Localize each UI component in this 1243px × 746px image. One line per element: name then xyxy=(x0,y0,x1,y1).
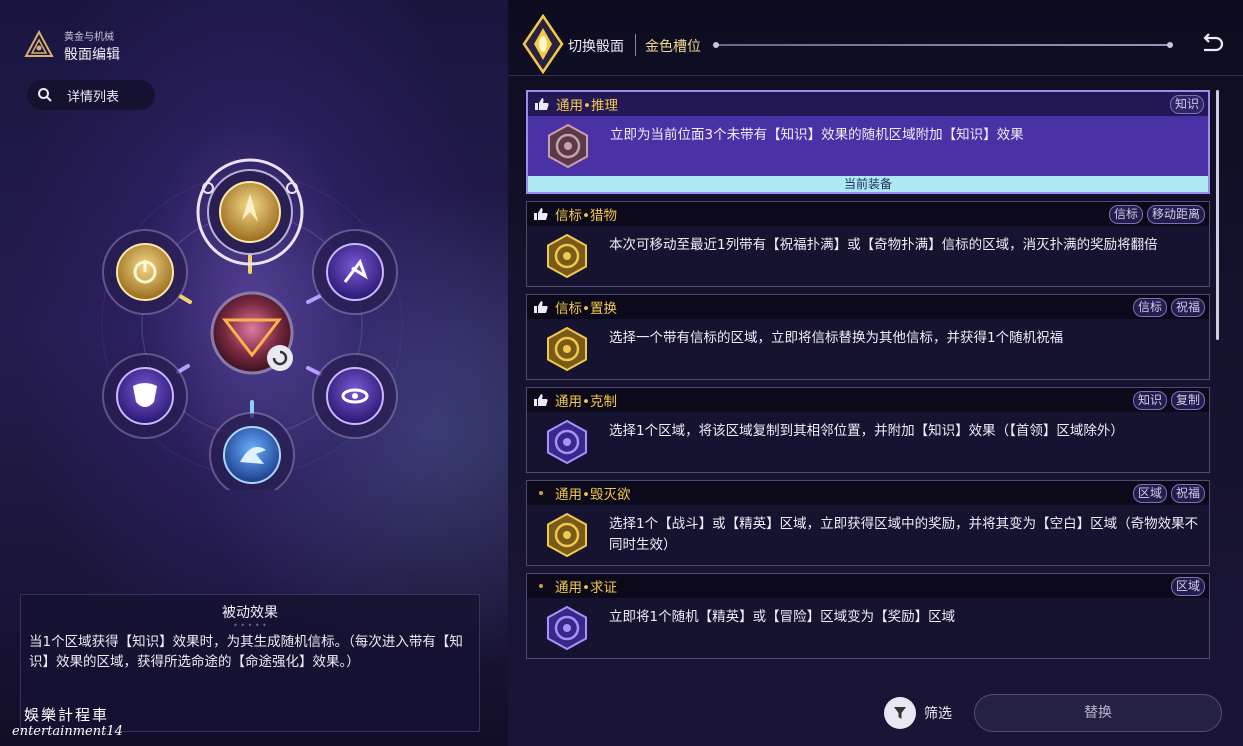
face-option-card[interactable]: 信标•置换 信标 祝福选择一个带有信标的区域，立即将信标替换为其他信标，并获得1个随… xyxy=(526,294,1210,380)
passive-text: 当1个区域获得【知识】效果时，为其生成随机信标。（每次进入带有【知识】效果的区域… xyxy=(29,634,463,670)
face-option-card[interactable]: 信标•猎物 信标 移动距离本次可移动至最近1列带有【祝福扑满】或【奇物扑满】信标的区… xyxy=(526,201,1210,287)
back-arrow-icon[interactable] xyxy=(1198,32,1224,58)
card-tag: 信标 xyxy=(1108,204,1143,224)
thumbs-up-icon xyxy=(535,98,549,110)
card-tag: 区域 xyxy=(1170,576,1205,596)
face-emblem-icon xyxy=(547,420,587,464)
face-option-card[interactable]: 通用•推理 知识立即为当前位面3个未带有【知识】效果的随机区域附加【知识】效果当前… xyxy=(526,90,1210,194)
card-description: 本次可移动至最近1列带有【祝福扑满】或【奇物扑满】信标的区域，消灭扑满的奖励将翻… xyxy=(609,237,1158,253)
card-title: 通用•推理 xyxy=(556,98,618,114)
bullet-dot-icon xyxy=(533,486,549,500)
card-header: 通用•毁灭欲 区域 祝福 xyxy=(527,481,1209,505)
card-tags: 信标 祝福 xyxy=(1132,297,1209,317)
card-description: 选择1个区域，将该区域复制到其相邻位置，并附加【知识】效果（【首领】区域除外） xyxy=(609,423,1124,439)
card-body: 选择1个【战斗】或【精英】区域，立即获得区域中的奖励，并将其变为【空白】区域（奇… xyxy=(527,505,1209,565)
card-body: 立即将1个随机【精英】或【冒险】区域变为【奖励】区域 xyxy=(527,598,1209,658)
filter-button[interactable]: 筛选 xyxy=(884,697,952,729)
slot-gem-icon xyxy=(522,14,564,74)
face-emblem-icon xyxy=(547,606,587,650)
card-tag: 复制 xyxy=(1170,390,1205,410)
card-tag: 知识 xyxy=(1169,94,1204,114)
card-tags: 知识 xyxy=(1169,94,1208,114)
watermark-subtitle: entertainment14 xyxy=(12,724,123,739)
slot-track xyxy=(713,42,1173,48)
card-body: 选择1个区域，将该区域复制到其相邻位置，并附加【知识】效果（【首领】区域除外） xyxy=(527,412,1209,472)
thumbs-up-icon xyxy=(534,301,548,313)
card-tags: 区域 xyxy=(1170,576,1209,596)
passive-divider: • • • • • xyxy=(233,621,267,630)
card-title: 通用•毁灭欲 xyxy=(555,487,631,503)
card-header: 通用•推理 知识 xyxy=(528,92,1208,116)
card-title: 通用•求证 xyxy=(555,580,617,596)
card-tags: 信标 移动距离 xyxy=(1108,204,1209,224)
card-tag: 移动距离 xyxy=(1146,204,1205,224)
card-tags: 区域 祝福 xyxy=(1132,483,1209,503)
card-tag: 知识 xyxy=(1132,390,1167,410)
card-title: 信标•猎物 xyxy=(555,208,617,224)
equipped-banner: 当前装备 xyxy=(528,176,1208,192)
page-title: 骰面编辑 xyxy=(64,47,120,63)
card-header: 通用•求证 区域 xyxy=(527,574,1209,598)
filter-icon xyxy=(884,697,916,729)
card-body: 立即为当前位面3个未带有【知识】效果的随机区域附加【知识】效果 xyxy=(528,116,1208,176)
brand-triangle-icon xyxy=(24,30,54,57)
face-emblem-icon xyxy=(547,513,587,557)
list-scrollbar[interactable] xyxy=(1216,90,1219,340)
card-body: 选择一个带有信标的区域，立即将信标替换为其他信标，并获得1个随机祝福 xyxy=(527,319,1209,379)
filter-label: 筛选 xyxy=(924,706,952,722)
card-tag: 祝福 xyxy=(1170,483,1205,503)
card-header: 信标•猎物 信标 移动距离 xyxy=(527,202,1209,226)
face-emblem-icon xyxy=(548,124,588,168)
detail-list-button[interactable]: 详情列表 xyxy=(27,80,155,110)
card-description: 选择一个带有信标的区域，立即将信标替换为其他信标，并获得1个随机祝福 xyxy=(609,330,1064,346)
card-description: 选择1个【战斗】或【精英】区域，立即获得区域中的奖励，并将其变为【空白】区域（奇… xyxy=(609,516,1199,553)
header-separator xyxy=(508,75,1243,76)
card-tags: 知识 复制 xyxy=(1132,390,1209,410)
face-emblem-icon xyxy=(547,327,587,371)
replace-button[interactable]: 替换 xyxy=(974,694,1222,732)
thumbs-up-icon xyxy=(534,208,548,220)
game-subtitle: 黄金与机械 xyxy=(64,32,114,43)
switch-face-label[interactable]: 切换骰面 xyxy=(568,36,624,56)
face-emblem-icon xyxy=(547,234,587,278)
face-option-list: 通用•推理 知识 立即为当前位面3个未带有【知识】效果的随机区域附加【知识】效果 当前… xyxy=(526,90,1210,665)
face-option-card[interactable]: 通用•克制 知识 复制 选择1个区域，将该区域复制到其相邻位置，并附加【知识】效果（【… xyxy=(526,387,1210,473)
search-icon xyxy=(38,88,52,102)
card-description: 立即将1个随机【精英】或【冒险】区域变为【奖励】区域 xyxy=(609,609,956,625)
card-tag: 祝福 xyxy=(1170,297,1205,317)
watermark-title: 娛樂計程車 xyxy=(24,706,110,724)
card-tag: 信标 xyxy=(1132,297,1167,317)
card-title: 信标•置换 xyxy=(555,301,617,317)
bullet-dot-icon xyxy=(533,579,549,593)
gold-slot-label: 金色槽位 xyxy=(645,39,701,55)
detail-list-label: 详情列表 xyxy=(67,89,120,105)
card-body: 本次可移动至最近1列带有【祝福扑满】或【奇物扑满】信标的区域，消灭扑满的奖励将翻… xyxy=(527,226,1209,286)
card-header: 信标•置换 信标 祝福 xyxy=(527,295,1209,319)
card-header: 通用•克制 知识 复制 xyxy=(527,388,1209,412)
die-face-wheel xyxy=(101,158,403,490)
face-list-panel: 切换骰面 金色槽位 通用•推理 知识 立即为当前位面3个未带有【知识】效果的随机区域… xyxy=(508,0,1243,746)
header-divider xyxy=(635,34,636,56)
passive-title: 被动效果 xyxy=(222,605,278,621)
card-title: 通用•克制 xyxy=(555,394,617,410)
thumbs-up-icon xyxy=(534,394,548,406)
card-description: 立即为当前位面3个未带有【知识】效果的随机区域附加【知识】效果 xyxy=(610,127,1024,143)
face-option-card[interactable]: 通用•求证 区域立即将1个随机【精英】或【冒险】区域变为【奖励】区域 xyxy=(526,573,1210,659)
card-tag: 区域 xyxy=(1132,483,1167,503)
die-editor-panel: 黄金与机械 骰面编辑 详情列表 被动效果 • • • • • 当1个区域获得【知… xyxy=(0,0,508,746)
face-option-card[interactable]: 通用•毁灭欲 区域 祝福选择1个【战斗】或【精英】区域，立即获得区域中的奖励，并将其… xyxy=(526,480,1210,566)
